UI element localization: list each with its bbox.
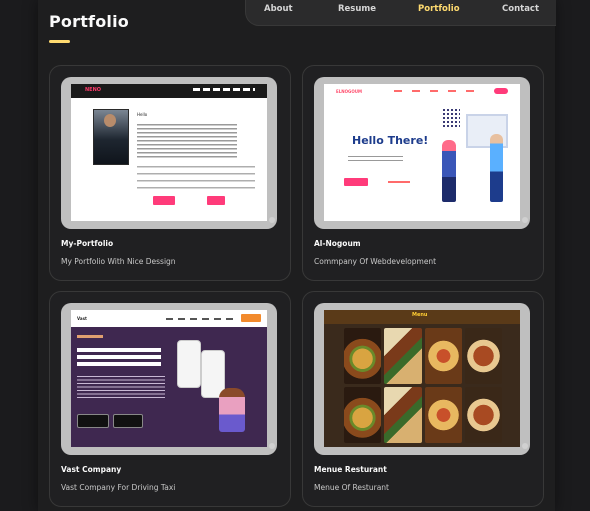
portfolio-site-screenshot: NENO Hello xyxy=(71,84,267,221)
nav-link-portfolio[interactable]: Portfolio xyxy=(418,4,460,14)
project-title: Menue Resturant xyxy=(314,465,387,474)
scroll-top-icon xyxy=(269,443,275,449)
scroll-top-icon xyxy=(522,443,528,449)
project-subtitle: Menue Of Resturant xyxy=(314,483,389,492)
scroll-top-icon xyxy=(269,217,275,223)
top-navbar: About Resume Portfolio Contact xyxy=(245,0,556,26)
project-thumbnail[interactable]: NENO Hello xyxy=(61,77,277,229)
food-menu-screenshot: Menu xyxy=(324,310,520,447)
project-card-my-portfolio[interactable]: NENO Hello My-Portfolio My Portfolio Wit… xyxy=(49,65,291,281)
project-title: Vast Company xyxy=(61,465,122,474)
project-thumbnail[interactable]: ELNOGOUM Hello There! xyxy=(314,77,530,229)
project-card-al-nogoum[interactable]: ELNOGOUM Hello There! Al-Nogoum Commpany… xyxy=(302,65,544,281)
project-thumbnail[interactable]: Vast xyxy=(61,303,277,455)
project-card-menue-resturant[interactable]: Menu Menue Resturant Menue Of Resturant xyxy=(302,291,544,507)
agency-site-screenshot: ELNOGOUM Hello There! xyxy=(324,84,520,221)
app-landing-screenshot: Vast xyxy=(71,310,267,447)
project-subtitle: My Portfolio With Nice Dessign xyxy=(61,257,176,266)
project-title: Al-Nogoum xyxy=(314,239,361,248)
project-title: My-Portfolio xyxy=(61,239,114,248)
title-underline xyxy=(49,40,70,43)
project-subtitle: Vast Company For Driving Taxi xyxy=(61,483,176,492)
scroll-top-icon xyxy=(522,217,528,223)
nav-link-resume[interactable]: Resume xyxy=(338,4,376,14)
project-subtitle: Commpany Of Webdevelopment xyxy=(314,257,437,266)
page-title: Portfolio xyxy=(49,12,129,31)
nav-link-about[interactable]: About xyxy=(264,4,293,14)
project-card-vast-company[interactable]: Vast Vast Company Vast Company For Drivi… xyxy=(49,291,291,507)
nav-link-contact[interactable]: Contact xyxy=(502,4,539,14)
project-thumbnail[interactable]: Menu xyxy=(314,303,530,455)
